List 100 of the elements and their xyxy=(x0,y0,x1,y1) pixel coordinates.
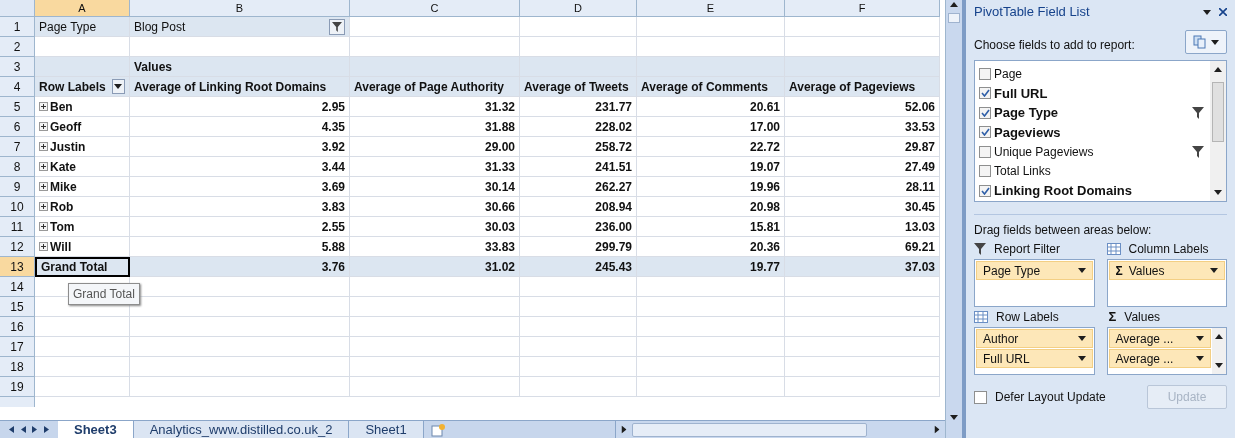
field-item[interactable]: Page Type xyxy=(979,103,1210,123)
area-field-button[interactable]: Page Type xyxy=(976,261,1093,280)
area-field-button[interactable]: Average ... xyxy=(1108,349,1211,368)
area-field-button[interactable]: Σ Values xyxy=(1108,261,1225,280)
value-cell-text: 3.44 xyxy=(321,158,345,176)
row-header[interactable]: 15 xyxy=(0,297,35,317)
expand-icon[interactable] xyxy=(39,102,48,111)
label-cell-text: Tom xyxy=(50,218,75,236)
column-header[interactable]: D xyxy=(520,0,637,17)
expand-icon[interactable] xyxy=(39,162,48,171)
checkbox[interactable] xyxy=(979,106,991,119)
row-header[interactable]: 11 xyxy=(0,217,35,237)
value-cell-text: 29.87 xyxy=(904,138,935,156)
list-scrollbar[interactable] xyxy=(1210,61,1226,201)
value-cell-text: 245.43 xyxy=(595,258,632,276)
row-header[interactable]: 17 xyxy=(0,337,35,357)
expand-icon[interactable] xyxy=(39,142,48,151)
field-item[interactable]: Total Links xyxy=(979,161,1210,181)
value-cell-text: 5.88 xyxy=(321,238,345,256)
row-header[interactable]: 3 xyxy=(0,57,35,77)
area-scrollbar[interactable] xyxy=(1212,328,1226,374)
area-field-button[interactable]: Full URL xyxy=(976,349,1093,368)
expand-icon[interactable] xyxy=(39,202,48,211)
field-name: Average ... xyxy=(1115,350,1174,368)
value-cell-text: 3.76 xyxy=(321,258,345,276)
row-header[interactable]: 1 xyxy=(0,17,35,37)
row-header[interactable]: 9 xyxy=(0,177,35,197)
sheet-tab[interactable]: Sheet1 xyxy=(349,421,424,438)
field-item[interactable]: Unique Pageviews xyxy=(979,142,1210,162)
sheet-tab[interactable]: Analytics_www.distilled.co.uk_2 xyxy=(133,421,350,438)
area-field-button[interactable]: Average ... xyxy=(1108,329,1211,348)
row-labels-dropdown-button[interactable] xyxy=(111,79,125,94)
filter-icon xyxy=(1192,145,1204,158)
close-icon[interactable] xyxy=(1219,8,1227,16)
checkbox[interactable] xyxy=(979,165,991,178)
scroll-right-icon xyxy=(934,425,940,434)
row-header[interactable]: 2 xyxy=(0,37,35,57)
value-cell-text: 20.61 xyxy=(749,98,780,116)
label-cell-text: Blog Post xyxy=(134,18,186,36)
field-item[interactable]: Pageviews xyxy=(979,122,1210,142)
field-item[interactable]: Full URL xyxy=(979,83,1210,103)
row-header[interactable]: 14 xyxy=(0,277,35,297)
scrollbar-thumb[interactable] xyxy=(1212,82,1224,142)
field-item[interactable]: Page xyxy=(979,64,1210,84)
sheet-tab[interactable]: Sheet3 xyxy=(58,421,134,438)
row-header[interactable]: 10 xyxy=(0,197,35,217)
value-cell-text: 13.03 xyxy=(904,218,935,236)
row-header[interactable]: 8 xyxy=(0,157,35,177)
expand-icon[interactable] xyxy=(39,222,48,231)
column-header[interactable]: F xyxy=(785,0,940,17)
area-title: Row Labels xyxy=(996,309,1059,326)
checkbox[interactable] xyxy=(979,87,991,100)
checkbox[interactable] xyxy=(979,145,991,158)
column-header[interactable]: B xyxy=(130,0,350,17)
value-cell-text: 3.83 xyxy=(321,198,345,216)
label-cell-text: Mike xyxy=(50,178,77,196)
row-header[interactable]: 18 xyxy=(0,357,35,377)
field-name: Author xyxy=(983,330,1019,348)
checkbox[interactable] xyxy=(979,184,991,197)
expand-icon[interactable] xyxy=(39,182,48,191)
expand-icon[interactable] xyxy=(39,122,48,131)
row-header[interactable]: 13 xyxy=(0,257,35,277)
value-cell-text: 27.49 xyxy=(904,158,935,176)
table-grid-icon xyxy=(974,311,988,323)
row-header[interactable]: 6 xyxy=(0,117,35,137)
scrollbar-thumb[interactable] xyxy=(632,422,867,437)
drop-area[interactable]: Σ Values xyxy=(1106,259,1227,307)
value-cell-text: 28.11 xyxy=(905,178,935,196)
scrollbar-thumb[interactable] xyxy=(948,13,960,23)
field-name: Values xyxy=(1128,262,1165,280)
value-cell-text: 17.00 xyxy=(749,118,780,136)
checkbox[interactable] xyxy=(979,67,991,80)
column-header[interactable]: C xyxy=(350,0,520,17)
value-cell-text: 30.14 xyxy=(484,178,515,196)
row-header[interactable]: 5 xyxy=(0,97,35,117)
row-header[interactable]: 12 xyxy=(0,237,35,257)
row-header[interactable]: 16 xyxy=(0,317,35,337)
drop-area[interactable]: Average ... Average ... xyxy=(1106,327,1227,375)
column-header[interactable]: E xyxy=(637,0,785,17)
expand-icon[interactable] xyxy=(39,242,48,251)
field-item[interactable]: Linking Root Domains xyxy=(979,181,1210,201)
value-cell-text: 19.77 xyxy=(749,258,780,276)
drop-area[interactable]: Page Type xyxy=(974,259,1095,307)
checkbox[interactable] xyxy=(974,390,987,404)
label-cell-text: Justin xyxy=(50,138,86,156)
row-header[interactable]: 19 xyxy=(0,377,35,397)
filter-dropdown-button[interactable] xyxy=(329,18,345,35)
drop-area[interactable]: Author Full URL xyxy=(974,327,1095,375)
value-cell-text: 31.33 xyxy=(484,158,515,176)
row-header[interactable]: 4 xyxy=(0,77,35,97)
layout-button[interactable] xyxy=(1185,30,1227,54)
sigma-icon: Σ xyxy=(1115,261,1123,280)
area-field-button[interactable]: Author xyxy=(976,329,1093,348)
checkbox[interactable] xyxy=(979,126,991,139)
area-title: Values xyxy=(1124,309,1161,326)
drag-fields-label: Drag fields between areas below: xyxy=(974,222,1153,239)
dropdown-arrow-icon xyxy=(114,84,123,89)
column-header[interactable]: A xyxy=(35,0,130,17)
vertical-scrollbar[interactable] xyxy=(945,0,962,438)
row-header[interactable]: 7 xyxy=(0,137,35,157)
